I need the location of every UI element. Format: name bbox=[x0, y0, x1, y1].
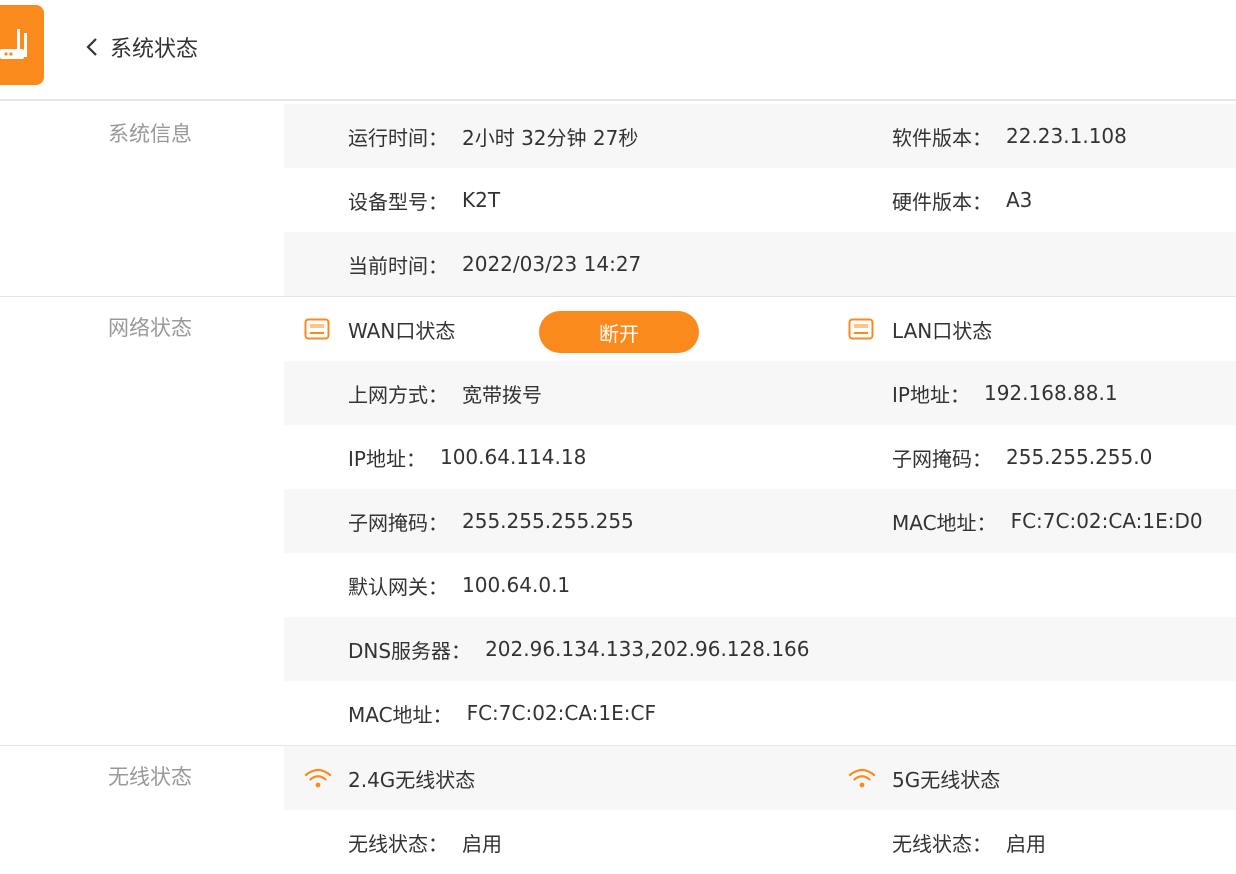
network-row-6: MAC地址： FC:7C:02:CA:1E:CF bbox=[284, 681, 1236, 745]
software-version-field: 软件版本： 22.23.1.108 bbox=[892, 104, 1127, 168]
section-label-network: 网络状态 bbox=[108, 316, 192, 340]
header: 系统状态 bbox=[0, 0, 1236, 101]
lan-subnet-field: 子网掩码： 255.255.255.0 bbox=[892, 425, 1152, 489]
current-time-field: 当前时间： 2022/03/23 14:27 bbox=[348, 232, 641, 296]
wireless-row-1: 无线状态： 启用 无线状态： 启用 bbox=[284, 810, 1236, 874]
wireless-header-row: 2.4G无线状态 5G无线状态 bbox=[284, 746, 1236, 810]
wan-title: WAN口状态 bbox=[348, 318, 456, 343]
wan-ip-value: 100.64.114.18 bbox=[439, 445, 587, 469]
hardware-version-value: A3 bbox=[1006, 188, 1033, 212]
band-24-state-field: 无线状态： 启用 bbox=[348, 810, 502, 874]
info-row-uptime: 运行时间： 2小时 32分钟 27秒 软件版本： 22.23.1.108 bbox=[284, 104, 1236, 168]
network-row-4: 默认网关： 100.64.0.1 bbox=[284, 553, 1236, 617]
wan-mac-value: FC:7C:02:CA:1E:CF bbox=[466, 701, 656, 725]
lan-ip-key: IP地址： bbox=[892, 382, 970, 407]
lan-mac-key: MAC地址： bbox=[892, 510, 997, 535]
wifi-icon bbox=[304, 746, 332, 810]
chevron-left-icon bbox=[84, 36, 106, 58]
uptime-key: 运行时间： bbox=[348, 125, 448, 150]
current-time-value: 2022/03/23 14:27 bbox=[462, 252, 642, 276]
device-model-field: 设备型号： K2T bbox=[348, 168, 500, 232]
network-row-1: 上网方式： 宽带拨号 IP地址： 192.168.88.1 bbox=[284, 361, 1236, 425]
lan-title: LAN口状态 bbox=[892, 318, 993, 343]
lan-subnet-value: 255.255.255.0 bbox=[1006, 445, 1153, 469]
lan-ip-value: 192.168.88.1 bbox=[983, 381, 1118, 405]
wan-subnet-value: 255.255.255.255 bbox=[462, 509, 634, 533]
uptime-field: 运行时间： 2小时 32分钟 27秒 bbox=[348, 104, 638, 168]
wan-ip-key: IP地址： bbox=[348, 446, 426, 471]
band-5-title-cell: 5G无线状态 bbox=[892, 746, 1000, 810]
disconnect-button[interactable]: 断开 bbox=[539, 311, 699, 353]
software-version-value: 22.23.1.108 bbox=[1006, 124, 1127, 148]
current-time-key: 当前时间： bbox=[348, 253, 448, 278]
wan-mac-key: MAC地址： bbox=[348, 702, 453, 727]
section-label-wireless: 无线状态 bbox=[108, 765, 192, 789]
info-row-time: 当前时间： 2022/03/23 14:27 bbox=[284, 232, 1236, 296]
software-version-key: 软件版本： bbox=[892, 125, 992, 150]
lan-ip-field: IP地址： 192.168.88.1 bbox=[892, 361, 1118, 425]
section-label-system-info: 系统信息 bbox=[108, 122, 192, 146]
lan-subnet-key: 子网掩码： bbox=[892, 446, 992, 471]
wan-dns-field: DNS服务器： 202.96.134.133,202.96.128.166 bbox=[348, 617, 810, 681]
wan-ip-field: IP地址： 100.64.114.18 bbox=[348, 425, 586, 489]
wan-gateway-key: 默认网关： bbox=[348, 574, 448, 599]
wan-connection-type-value: 宽带拨号 bbox=[462, 382, 542, 407]
network-row-5: DNS服务器： 202.96.134.133,202.96.128.166 bbox=[284, 617, 1236, 681]
network-row-2: IP地址： 100.64.114.18 子网掩码： 255.255.255.0 bbox=[284, 425, 1236, 489]
uptime-value: 2小时 32分钟 27秒 bbox=[462, 125, 639, 150]
band-24-state-key: 无线状态： bbox=[348, 831, 448, 856]
hardware-version-field: 硬件版本： A3 bbox=[892, 168, 1032, 232]
wan-dns-key: DNS服务器： bbox=[348, 638, 472, 663]
ethernet-port-icon bbox=[304, 297, 330, 361]
hardware-version-key: 硬件版本： bbox=[892, 189, 992, 214]
wan-subnet-key: 子网掩码： bbox=[348, 510, 448, 535]
router-icon bbox=[0, 5, 44, 85]
wan-title-cell: WAN口状态 bbox=[348, 297, 455, 361]
wan-gateway-field: 默认网关： 100.64.0.1 bbox=[348, 553, 570, 617]
band-24-title: 2.4G无线状态 bbox=[348, 767, 476, 792]
ethernet-port-icon bbox=[848, 297, 874, 361]
wan-mac-field: MAC地址： FC:7C:02:CA:1E:CF bbox=[348, 681, 656, 745]
lan-title-cell: LAN口状态 bbox=[892, 297, 992, 361]
lan-mac-value: FC:7C:02:CA:1E:D0 bbox=[1010, 509, 1203, 533]
network-row-3: 子网掩码： 255.255.255.255 MAC地址： FC:7C:02:CA… bbox=[284, 489, 1236, 553]
device-model-value: K2T bbox=[462, 188, 501, 212]
band-5-state-field: 无线状态： 启用 bbox=[892, 810, 1046, 874]
band-24-state-value: 启用 bbox=[462, 831, 502, 856]
page-title: 系统状态 bbox=[110, 37, 199, 62]
band-24-title-cell: 2.4G无线状态 bbox=[348, 746, 475, 810]
back-button[interactable]: 系统状态 bbox=[84, 30, 198, 64]
info-row-model: 设备型号： K2T 硬件版本： A3 bbox=[284, 168, 1236, 232]
device-model-key: 设备型号： bbox=[348, 189, 448, 214]
wan-dns-value: 202.96.134.133,202.96.128.166 bbox=[485, 637, 810, 661]
lan-mac-field: MAC地址： FC:7C:02:CA:1E:D0 bbox=[892, 489, 1203, 553]
band-5-title: 5G无线状态 bbox=[892, 767, 1001, 792]
wan-connection-type-field: 上网方式： 宽带拨号 bbox=[348, 361, 542, 425]
wan-subnet-field: 子网掩码： 255.255.255.255 bbox=[348, 489, 634, 553]
wifi-icon bbox=[848, 746, 876, 810]
band-5-state-key: 无线状态： bbox=[892, 831, 992, 856]
wan-connection-type-key: 上网方式： bbox=[348, 382, 448, 407]
wan-gateway-value: 100.64.0.1 bbox=[462, 573, 571, 597]
band-5-state-value: 启用 bbox=[1006, 831, 1046, 856]
network-header-row: WAN口状态 断开 LAN口状态 bbox=[284, 297, 1236, 361]
